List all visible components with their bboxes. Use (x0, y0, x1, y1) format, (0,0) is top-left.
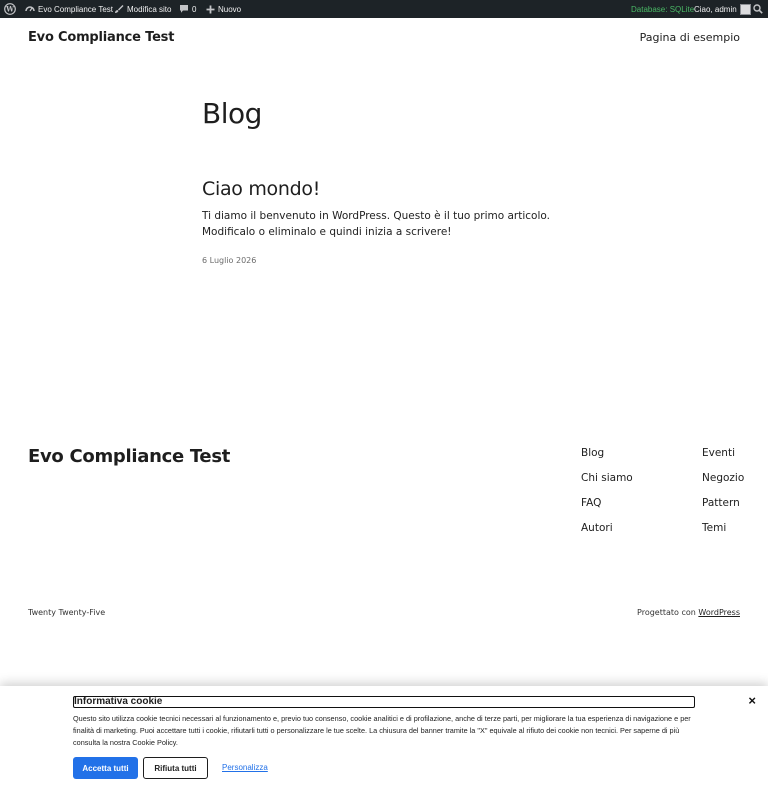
comment-icon (179, 4, 189, 14)
reject-all-button[interactable]: Rifiuta tutti (143, 757, 208, 779)
footer-link-autori[interactable]: Autori (581, 522, 633, 534)
nav-link-sample-page[interactable]: Pagina di esempio (640, 31, 740, 44)
database-indicator: Database: SQLite (631, 4, 695, 14)
footer-nav-column-1: Blog Chi siamo FAQ Autori (581, 447, 633, 534)
adminbar-site-link[interactable]: Evo Compliance Test (25, 0, 113, 18)
post-title[interactable]: Ciao mondo! (202, 178, 320, 200)
page-title: Blog (202, 97, 262, 130)
customize-link[interactable]: Personalizza (222, 763, 268, 772)
adminbar-new-label: Nuovo (218, 4, 242, 14)
footer-credit: Progettato con WordPress (637, 608, 740, 617)
plus-icon (206, 5, 215, 14)
adminbar-site-name: Evo Compliance Test (38, 4, 113, 14)
dashboard-icon (25, 4, 35, 14)
adminbar-edit-site-label: Modifica sito (127, 4, 172, 14)
footer-link-blog[interactable]: Blog (581, 447, 633, 459)
adminbar-new[interactable]: Nuovo (206, 0, 241, 18)
footer-link-temi[interactable]: Temi (702, 522, 744, 534)
adminbar-account[interactable]: Ciao, admin (694, 0, 751, 18)
post-date[interactable]: 6 Luglio 2026 (202, 256, 256, 265)
accept-all-button[interactable]: Accetta tutti (73, 757, 138, 779)
adminbar-edit-site[interactable]: Modifica sito (114, 0, 171, 18)
wordpress-logo-icon: W (4, 3, 16, 15)
search-icon (753, 4, 763, 14)
adminbar-database[interactable]: Database: SQLite (631, 0, 694, 18)
footer-link-pattern[interactable]: Pattern (702, 497, 744, 509)
footer-nav-column-2: Eventi Negozio Pattern Temi (702, 447, 744, 534)
wordpress-logo-button[interactable]: W (4, 0, 16, 18)
avatar (739, 3, 751, 15)
adminbar-search[interactable] (753, 0, 763, 18)
adminbar-greeting: Ciao, admin (694, 4, 737, 14)
adminbar-comments-count: 0 (192, 4, 197, 14)
footer-link-eventi[interactable]: Eventi (702, 447, 744, 459)
cookie-banner: Informativa cookie × Questo sito utilizz… (0, 686, 768, 791)
cookie-banner-text: Questo sito utilizza cookie tecnici nece… (73, 714, 691, 747)
footer-credit-link[interactable]: WordPress (698, 608, 740, 617)
footer-credit-prefix: Progettato con (637, 608, 696, 617)
close-icon[interactable]: × (748, 693, 756, 708)
svg-text:W: W (5, 5, 14, 14)
footer-link-chi-siamo[interactable]: Chi siamo (581, 472, 633, 484)
site-title[interactable]: Evo Compliance Test (28, 30, 174, 45)
cookie-banner-title: Informativa cookie (73, 696, 695, 708)
brush-icon (114, 4, 124, 14)
adminbar-comments[interactable]: 0 (179, 0, 196, 18)
footer-link-faq[interactable]: FAQ (581, 497, 633, 509)
post-excerpt: Ti diamo il benvenuto in WordPress. Ques… (202, 210, 550, 238)
footer-link-negozio[interactable]: Negozio (702, 472, 744, 484)
admin-bar: W Evo Compliance Test Modifica sito 0 Nu… (0, 0, 768, 18)
footer-site-title[interactable]: Evo Compliance Test (28, 446, 230, 467)
footer-theme-name: Twenty Twenty-Five (28, 608, 106, 617)
